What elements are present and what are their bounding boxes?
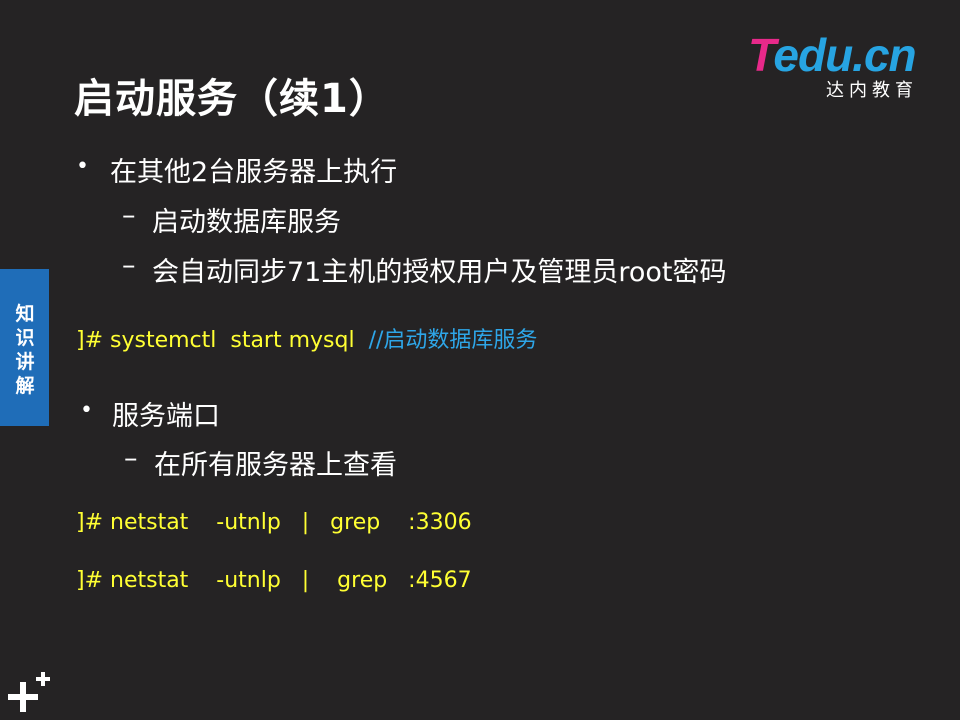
dash-marker: –: [122, 200, 136, 231]
side-tab-char: 知: [15, 303, 35, 325]
bullet-marker: •: [76, 154, 89, 179]
side-tab-knowledge: 知 识 讲 解: [0, 269, 49, 426]
bullet-execute-on-other-servers: 在其他2台服务器上执行: [110, 157, 398, 188]
command-systemctl-start: ]# systemctl start mysql //启动数据库服务: [76, 322, 537, 354]
logo-wordmark: Tedu.cn: [748, 28, 917, 82]
side-tab-char: 解: [15, 375, 35, 397]
side-tab-char: 识: [15, 327, 35, 349]
command-comment: //启动数据库服务: [368, 328, 538, 353]
dash-marker: –: [122, 250, 136, 281]
bullet-service-ports: 服务端口: [112, 401, 220, 432]
subitem-auto-sync-users: 会自动同步71主机的授权用户及管理员root密码: [152, 257, 727, 288]
dash-marker: –: [124, 443, 138, 474]
logo-domain: edu.cn: [773, 29, 916, 81]
command-text: ]# systemctl start mysql: [76, 328, 369, 353]
side-tab-char: 讲: [15, 351, 35, 373]
command-netstat-3306: ]# netstat -utnlp | grep :3306: [76, 510, 472, 535]
subitem-check-on-all-servers: 在所有服务器上查看: [154, 450, 397, 481]
subitem-start-db-service: 启动数据库服务: [152, 207, 341, 238]
tedu-logo: Tedu.cn 达内教育: [748, 28, 938, 101]
page-title: 启动服务（续1）: [74, 76, 390, 122]
logo-letter-t: T: [748, 29, 774, 81]
plus-plus-icon: [8, 672, 50, 712]
bullet-marker: •: [80, 398, 93, 423]
command-netstat-4567: ]# netstat -utnlp | grep :4567: [76, 568, 472, 593]
logo-subtitle: 达内教育: [826, 80, 918, 101]
